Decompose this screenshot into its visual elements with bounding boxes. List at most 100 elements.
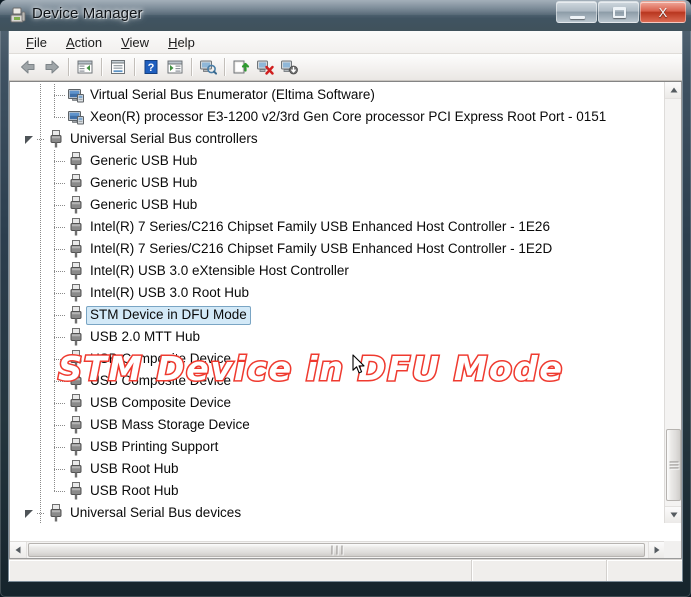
update-driver-icon[interactable]	[229, 56, 253, 79]
toolbar: ?	[9, 54, 682, 81]
tree-row[interactable]: Virtual Serial Bus Enumerator (Eltima So…	[10, 84, 665, 106]
disable-device-icon[interactable]	[277, 56, 301, 79]
tree-guide-line	[40, 216, 41, 238]
usb-device-icon	[66, 172, 86, 194]
scroll-thumb-grip-h	[329, 545, 344, 555]
tree-guide-line	[40, 414, 41, 436]
scroll-up-button[interactable]	[665, 82, 681, 99]
tree-row[interactable]: Xeon(R) processor E3-1200 v2/3rd Gen Cor…	[10, 106, 665, 128]
usb-category-icon	[46, 502, 66, 523]
tree-row[interactable]: USB Composite Device	[10, 348, 665, 370]
tree-row[interactable]: Intel(R) 7 Series/C216 Chipset Family US…	[10, 216, 665, 238]
tree-guide-line	[54, 337, 65, 338]
tree-row[interactable]: USB Composite Device	[10, 370, 665, 392]
tree-guide-line	[40, 304, 41, 326]
tree-row[interactable]: Generic USB Hub	[10, 150, 665, 172]
client-area: File Action View Help ? Virtual Serial B…	[8, 31, 683, 582]
menu-action[interactable]: Action	[57, 33, 112, 52]
tree-guide-line	[54, 315, 65, 316]
tree-guide-line	[54, 480, 55, 491]
tree-indent	[10, 260, 66, 282]
status-message	[9, 560, 472, 581]
tree-row-label: STM Device in DFU Mode	[86, 305, 251, 325]
usb-device-icon	[66, 260, 86, 282]
tree-indent	[10, 304, 66, 326]
tree-row[interactable]: USB Root Hub	[10, 480, 665, 502]
horizontal-scroll-thumb[interactable]	[28, 543, 645, 557]
status-pane-secondary	[472, 560, 607, 581]
tree-guide-line	[40, 326, 41, 348]
horizontal-scrollbar[interactable]	[10, 541, 665, 558]
tree-row-selected[interactable]: STM Device in DFU Mode	[10, 304, 665, 326]
show-hide-action-pane-icon[interactable]	[163, 56, 187, 79]
show-hide-console-tree-icon[interactable]	[73, 56, 97, 79]
tree-row-label: Universal Serial Bus controllers	[70, 130, 258, 146]
tree-guide-line	[40, 348, 41, 370]
scan-for-hardware-changes-icon[interactable]	[196, 56, 220, 79]
help-icon[interactable]: ?	[139, 56, 163, 79]
title-bar[interactable]: Device Manager X	[0, 0, 691, 31]
tree-row[interactable]: Generic USB Hub	[10, 194, 665, 216]
device-tree[interactable]: Virtual Serial Bus Enumerator (Eltima So…	[10, 82, 665, 523]
tree-guide-line	[40, 480, 41, 502]
minimize-button[interactable]	[556, 1, 597, 23]
toolbar-separator-2	[101, 58, 102, 76]
tree-guide-line	[54, 381, 65, 382]
tree-row[interactable]: USB Composite Device	[10, 392, 665, 414]
tree-row[interactable]: Universal Serial Bus controllers	[10, 128, 665, 150]
tree-guide-line	[54, 293, 65, 294]
tree-row[interactable]: USB Printing Support	[10, 436, 665, 458]
tree-indent	[10, 480, 66, 502]
tree-guide-line	[40, 172, 41, 194]
vertical-scroll-thumb[interactable]	[666, 429, 681, 501]
tree-guide-line	[40, 150, 41, 172]
tree-indent	[10, 392, 66, 414]
tree-row[interactable]: Intel(R) USB 3.0 eXtensible Host Control…	[10, 260, 665, 282]
tree-row[interactable]: Universal Serial Bus devices	[10, 502, 665, 523]
uninstall-device-icon[interactable]	[253, 56, 277, 79]
menu-bar: File Action View Help	[9, 31, 682, 54]
device-tree-rows: Virtual Serial Bus Enumerator (Eltima So…	[10, 82, 665, 523]
forward-icon[interactable]	[40, 56, 64, 79]
vertical-scrollbar[interactable]	[664, 82, 681, 523]
tree-indent	[10, 194, 66, 216]
tree-guide-line	[40, 458, 41, 480]
menu-file[interactable]: File	[17, 33, 57, 52]
scroll-thumb-grip	[669, 460, 678, 471]
tree-guide-line	[54, 106, 55, 117]
tree-row-label: USB Root Hub	[90, 460, 179, 476]
scroll-down-button[interactable]	[665, 506, 681, 523]
menu-help[interactable]: Help	[159, 33, 205, 52]
properties-icon[interactable]	[106, 56, 130, 79]
tree-row[interactable]: Intel(R) 7 Series/C216 Chipset Family US…	[10, 238, 665, 260]
svg-text:?: ?	[148, 62, 155, 74]
tree-guide-line	[40, 106, 41, 128]
monitor-device-icon	[66, 106, 86, 128]
tree-guide-line	[54, 359, 65, 360]
tree-row[interactable]: USB Root Hub	[10, 458, 665, 480]
tree-indent	[10, 326, 66, 348]
menu-view[interactable]: View	[112, 33, 159, 52]
tree-row[interactable]: Generic USB Hub	[10, 172, 665, 194]
monitor-device-icon	[66, 84, 86, 106]
tree-guide-line	[54, 447, 65, 448]
tree-guide-line	[40, 436, 41, 458]
tree-guide-line	[40, 392, 41, 414]
close-button[interactable]: X	[640, 1, 686, 23]
usb-device-icon	[66, 480, 86, 502]
tree-collapse-triangle-icon[interactable]	[24, 508, 35, 519]
tree-row-label: Virtual Serial Bus Enumerator (Eltima So…	[90, 86, 375, 102]
maximize-button[interactable]	[598, 1, 639, 23]
tree-collapse-triangle-icon[interactable]	[24, 134, 35, 145]
tree-row-label: Generic USB Hub	[90, 174, 198, 190]
tree-row[interactable]: Intel(R) USB 3.0 Root Hub	[10, 282, 665, 304]
back-icon[interactable]	[16, 56, 40, 79]
scroll-right-button[interactable]	[648, 542, 665, 558]
tree-guide-line	[54, 469, 65, 470]
tree-guide-line	[54, 161, 65, 162]
tree-row[interactable]: USB 2.0 MTT Hub	[10, 326, 665, 348]
tree-indent	[10, 172, 66, 194]
scroll-left-button[interactable]	[10, 542, 27, 558]
tree-indent	[10, 128, 46, 150]
tree-row[interactable]: USB Mass Storage Device	[10, 414, 665, 436]
